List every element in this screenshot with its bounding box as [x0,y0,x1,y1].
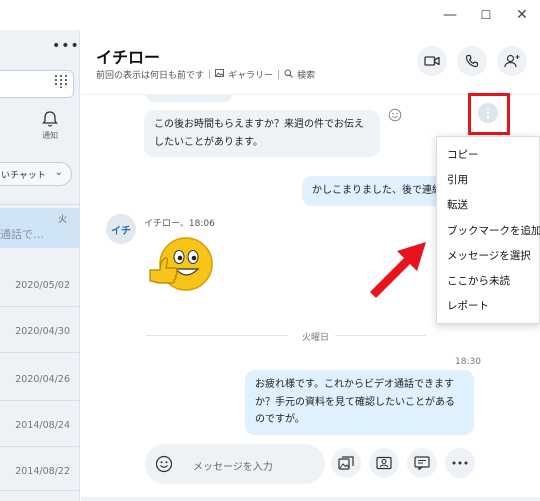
dialpad-icon[interactable] [54,74,72,92]
chat-item-date: 2020/04/30 [15,326,70,337]
contact-card-icon [376,456,392,470]
chat-item-date: 2014/08/24 [15,420,70,431]
emoji-icon[interactable] [155,455,173,473]
menu-item-bookmark[interactable]: ブックマークを追加 [437,219,540,244]
contact-card-button[interactable] [369,448,399,478]
day-divider-label: 火曜日 [296,330,336,343]
outgoing-message-bubble[interactable]: お疲れ様です。これからビデオ通話できますか？手元の資料を見て確認したいことがある… [245,370,474,435]
add-reaction-icon[interactable] [388,107,402,122]
search-link[interactable]: 検索 [297,68,315,81]
media-button[interactable] [331,448,361,478]
divider [0,352,79,353]
chat-item-date: 2020/05/02 [15,280,70,291]
chat-item-date: 2014/08/22 [15,466,70,477]
phone-icon [465,54,479,68]
avatar[interactable]: イチ [106,214,136,244]
more-horizontal-icon [452,461,468,465]
previous-message-bubble[interactable] [146,94,232,102]
annotation-arrow-icon [360,228,440,300]
add-people-button[interactable] [497,46,527,76]
chat-item-date: 2020/04/26 [15,374,70,385]
outgoing-message-text: お疲れ様です。これからビデオ通話できますか？手元の資料を見て確認したいことがある… [255,379,455,425]
divider [0,400,79,401]
menu-item-select-messages[interactable]: メッセージを選択 [437,244,539,269]
divider [0,490,79,491]
minimize-button[interactable]: — [432,0,468,30]
message-input-placeholder: メッセージを入力 [193,462,273,473]
chat-item-day: 火 [58,215,68,225]
bell-icon[interactable] [38,110,62,130]
chat-card-button[interactable] [407,448,437,478]
more-options-icon[interactable]: ••• [52,38,79,54]
menu-item-forward[interactable]: 転送 [437,193,539,218]
thumbs-up-emoticon[interactable] [146,234,218,294]
separator: | [277,69,281,80]
menu-item-mark-unread[interactable]: ここから未読 [437,269,539,294]
video-camera-icon [424,56,440,66]
last-seen-text: 前回の表示は何日も前です [96,71,205,81]
video-call-button[interactable] [417,46,447,76]
highlight-box [468,93,510,135]
message-timestamp: 18:30 [455,357,481,367]
chat-item-preview: 通話で… [0,228,44,241]
gallery-icon[interactable] [215,69,225,80]
notifications-label: 通知 [42,131,58,140]
more-actions-button[interactable] [445,448,475,478]
chat-list-panel: ••• 通知 いチャット ⌄ 火 通話で… 2020/05/02 2020/04… [0,30,80,501]
gallery-link[interactable]: ギャラリー [228,68,273,81]
menu-item-copy[interactable]: コピー [437,143,539,168]
divider [0,204,79,205]
gallery-icon [338,456,354,470]
message-card-icon [414,456,430,470]
divider [0,446,79,447]
sender-name-time: イチロー、18:06 [144,219,215,229]
audio-call-button[interactable] [457,46,487,76]
chat-filter-dropdown[interactable]: いチャット ⌄ [0,162,72,186]
day-divider-line [146,335,288,336]
chat-subtitle: 前回の表示は何日も前です | ギャラリー | 検索 [96,68,315,81]
chat-filter-label: いチャット [1,170,46,181]
menu-item-quote[interactable]: 引用 [437,168,539,193]
search-icon[interactable] [284,69,294,81]
incoming-message-text: この後お時間もらえますか？来週の件でお伝えしたいことがあります。 [154,119,364,148]
separator: | [208,69,212,80]
chevron-down-icon: ⌄ [54,167,63,178]
divider [0,306,79,307]
add-person-icon [504,54,520,68]
maximize-button[interactable]: ☐ [468,0,504,30]
close-button[interactable]: ✕ [504,0,540,30]
menu-item-report[interactable]: レポート [437,294,539,319]
message-context-menu: コピー 引用 転送 ブックマークを追加 メッセージを選択 ここから未読 レポート [436,136,540,324]
chat-title[interactable]: イチロー [96,44,160,68]
bottom-edge [81,497,540,501]
day-divider-line [330,335,426,336]
incoming-message-bubble[interactable]: この後お時間もらえますか？来週の件でお伝えしたいことがあります。 [144,110,380,157]
